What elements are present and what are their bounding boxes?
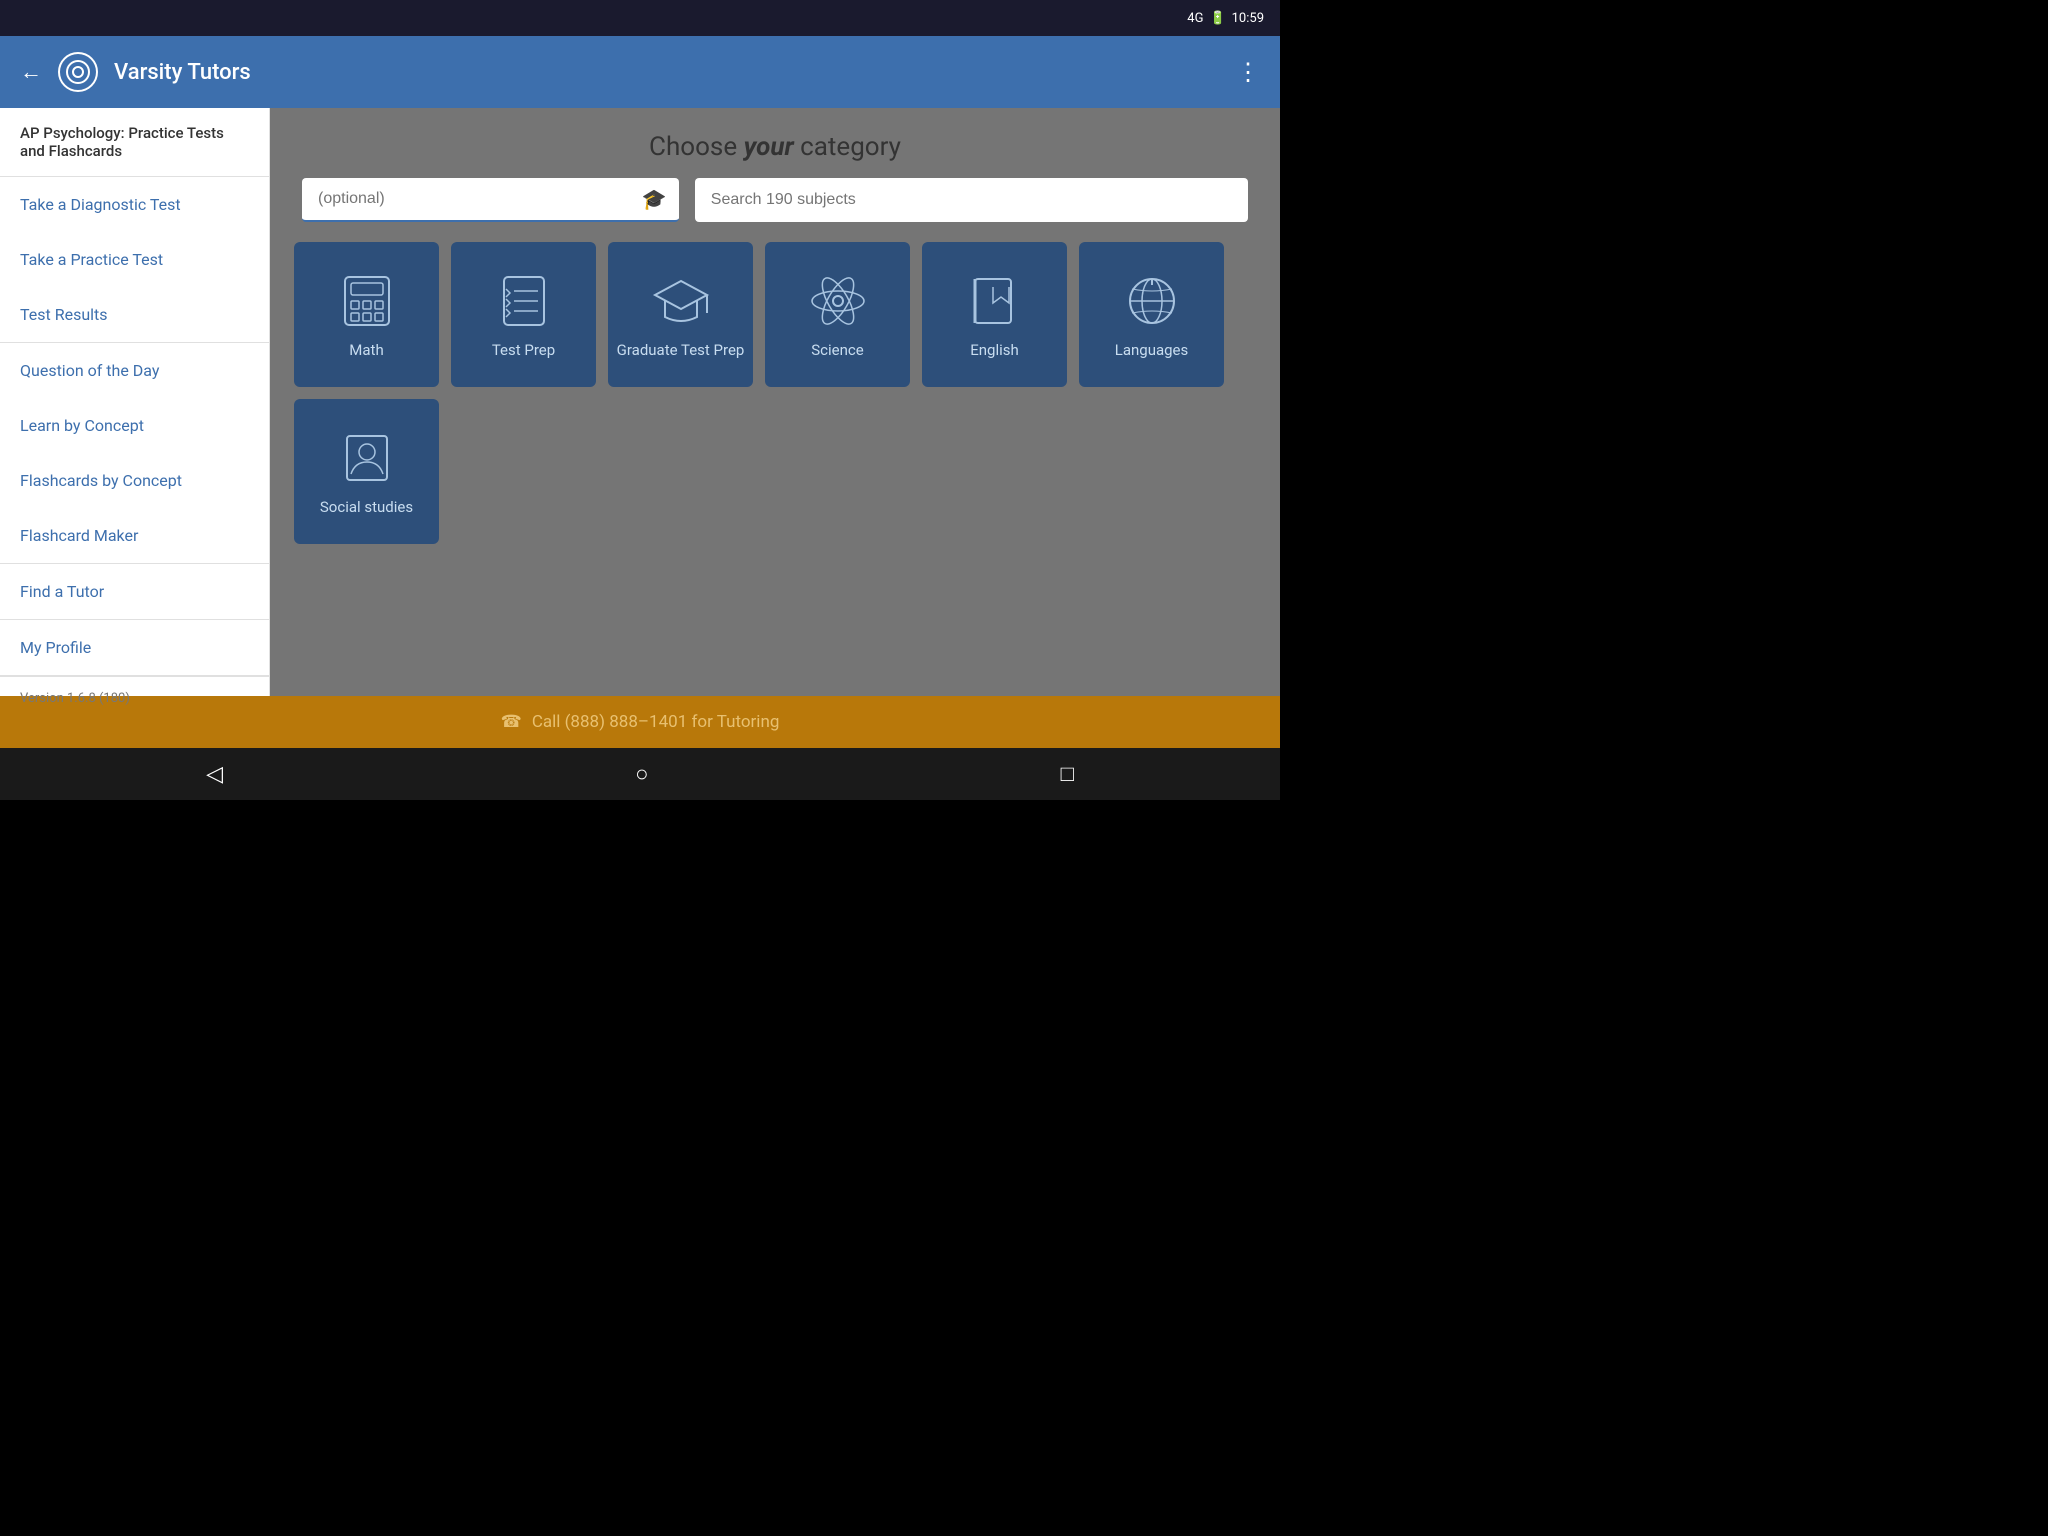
app-logo	[58, 52, 98, 92]
grade-input[interactable]	[314, 178, 642, 220]
nav-home-button[interactable]: ○	[615, 753, 668, 795]
title-normal: Choose	[649, 132, 744, 162]
sidebar-item-learn-by-concept[interactable]: Learn by Concept	[0, 398, 269, 453]
category-card-languages[interactable]: Languages	[1079, 242, 1224, 387]
person-book-icon	[337, 428, 397, 488]
category-grid: Math Test Prep	[270, 242, 1280, 544]
category-card-english[interactable]: English	[922, 242, 1067, 387]
grad-test-prep-label: Graduate Test Prep	[617, 341, 745, 359]
title-italic: your	[744, 132, 794, 162]
page-title: Choose your category	[270, 108, 1280, 178]
sidebar-context-title: AP Psychology: Practice Tests and Flashc…	[0, 108, 269, 177]
search-input-wrap	[695, 178, 1248, 222]
social-studies-label: Social studies	[320, 498, 413, 516]
network-indicator: 4G	[1187, 11, 1203, 26]
sidebar-item-flashcard-maker[interactable]: Flashcard Maker	[0, 508, 269, 563]
category-card-grad-test-prep[interactable]: Graduate Test Prep	[608, 242, 753, 387]
sidebar-item-test-results[interactable]: Test Results	[0, 287, 269, 342]
languages-label: Languages	[1115, 341, 1189, 359]
category-card-test-prep[interactable]: Test Prep	[451, 242, 596, 387]
globe-icon	[1122, 271, 1182, 331]
more-options-button[interactable]: ⋮	[1236, 58, 1260, 87]
sidebar-item-practice-test[interactable]: Take a Practice Test	[0, 232, 269, 287]
content-area: Choose your category 🎓	[270, 108, 1280, 696]
graduation-icon	[651, 271, 711, 331]
tutoring-text: Call (888) 888–1401 for Tutoring	[532, 712, 780, 732]
category-card-science[interactable]: Science	[765, 242, 910, 387]
sidebar-item-flashcards-by-concept[interactable]: Flashcards by Concept	[0, 453, 269, 508]
book-icon	[965, 271, 1025, 331]
search-row: 🎓	[270, 178, 1280, 242]
math-label: Math	[349, 341, 383, 359]
sidebar-section-profile: My Profile	[0, 620, 269, 676]
science-label: Science	[811, 341, 863, 359]
main-layout: AP Psychology: Practice Tests and Flashc…	[0, 108, 1280, 696]
grade-input-wrap: 🎓	[302, 178, 679, 222]
test-prep-label: Test Prep	[492, 341, 555, 359]
sidebar-item-diagnostic-test[interactable]: Take a Diagnostic Test	[0, 177, 269, 232]
nav-bar: ◁ ○ □	[0, 748, 1280, 800]
sidebar-version: Version 1.6.8 (180)	[0, 676, 269, 720]
clock: 10:59	[1232, 11, 1264, 26]
category-card-social-studies[interactable]: Social studies	[294, 399, 439, 544]
grade-icon: 🎓	[642, 187, 667, 211]
title-end: category	[794, 132, 901, 162]
status-bar: 4G 🔋 10:59	[0, 0, 1280, 36]
sidebar-section-tests: Take a Diagnostic Test Take a Practice T…	[0, 177, 269, 343]
app-title: Varsity Tutors	[114, 60, 1220, 85]
nav-recents-button[interactable]: □	[1041, 753, 1094, 795]
english-label: English	[970, 341, 1019, 359]
phone-icon: ☎	[501, 712, 522, 732]
nav-back-button[interactable]: ◁	[186, 753, 243, 795]
sidebar-section-learn: Question of the Day Learn by Concept Fla…	[0, 343, 269, 564]
category-card-math[interactable]: Math	[294, 242, 439, 387]
sidebar-item-find-tutor[interactable]: Find a Tutor	[0, 564, 269, 619]
app-bar: ← Varsity Tutors ⋮	[0, 36, 1280, 108]
atom-icon	[808, 271, 868, 331]
battery-icon: 🔋	[1209, 11, 1225, 26]
sidebar: AP Psychology: Practice Tests and Flashc…	[0, 108, 270, 696]
sidebar-section-tutor: Find a Tutor	[0, 564, 269, 620]
sidebar-item-question-of-day[interactable]: Question of the Day	[0, 343, 269, 398]
sidebar-item-my-profile[interactable]: My Profile	[0, 620, 269, 675]
back-button[interactable]: ←	[20, 59, 42, 85]
search-input[interactable]	[707, 179, 1236, 221]
checklist-icon	[494, 271, 554, 331]
calculator-icon	[337, 271, 397, 331]
